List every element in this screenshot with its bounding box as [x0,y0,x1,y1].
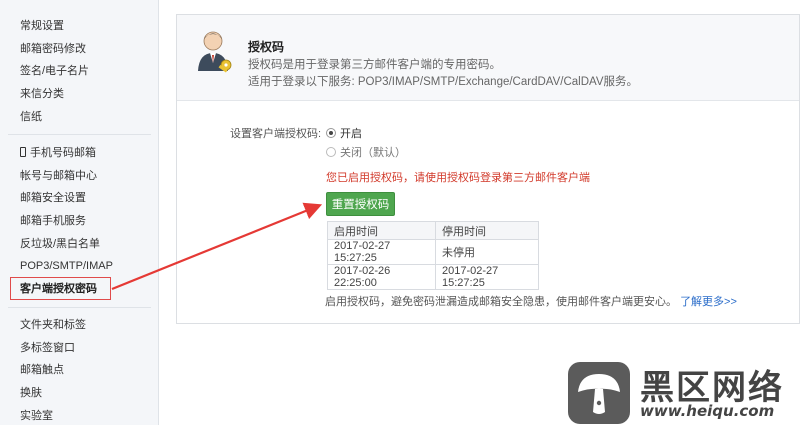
table-row: 2017-02-27 15:27:25 未停用 [327,239,539,265]
sidebar-item-skin[interactable]: 换肤 [0,382,159,405]
sidebar-item-security[interactable]: 邮箱安全设置 [0,187,159,210]
panel-description: 授权码是用于登录第三方邮件客户端的专用密码。 [248,59,501,71]
sidebar-item-label: 手机号码邮箱 [30,147,96,159]
radio-on-label: 开启 [340,128,362,140]
radio-on[interactable] [326,128,336,138]
radio-off[interactable] [326,147,336,157]
watermark-url: www.heiqu.com [640,402,775,420]
sidebar-item-mail-filter[interactable]: 来信分类 [0,83,159,106]
sidebar-item-stationery[interactable]: 信纸 [0,106,159,129]
panel-title: 授权码 [248,40,285,54]
sidebar-item-account-center[interactable]: 帐号与邮箱中心 [0,165,159,188]
watermark: 黑区网络 www.heiqu.com [568,360,800,425]
auth-code-panel: 授权码 授权码是用于登录第三方邮件客户端的专用密码。 适用于登录以下服务: PO… [176,14,800,324]
table-cell: 2017-02-27 15:27:25 [327,239,436,265]
col-enabled-time: 启用时间 [327,221,436,240]
sidebar-item-password[interactable]: 邮箱密码修改 [0,38,159,61]
sidebar-item-mobile-service[interactable]: 邮箱手机服务 [0,210,159,233]
sidebar-item-antispam[interactable]: 反垃圾/黑白名单 [0,233,159,256]
sidebar-group-basic: 常规设置 邮箱密码修改 签名/电子名片 来信分类 信纸 [0,15,159,128]
user-key-icon [198,31,232,73]
mushroom-logo-icon [568,362,630,424]
highlight-box [10,277,111,300]
reset-auth-code-button[interactable]: 重置授权码 [326,192,395,216]
setting-label: 设置客户端授权码: [230,128,322,140]
sidebar-item-pop3-smtp-imap[interactable]: POP3/SMTP/IMAP [0,255,159,278]
phone-icon [20,147,26,157]
sidebar-item-phone-mail[interactable]: 手机号码邮箱 [0,142,159,165]
table-row: 2017-02-26 22:25:00 2017-02-27 15:27:25 [327,264,539,290]
radio-on-row[interactable]: 开启 [326,125,362,141]
enabled-notice: 您已启用授权码，请使用授权码登录第三方邮件客户端 [326,172,590,184]
col-disabled-time: 停用时间 [435,221,539,240]
sidebar-divider [8,307,151,308]
table-cell: 2017-02-26 22:25:00 [327,264,436,290]
learn-more-link[interactable]: 了解更多>> [680,296,737,308]
sidebar-item-general[interactable]: 常规设置 [0,15,159,38]
radio-off-row[interactable]: 关闭（默认） [326,144,406,160]
footer-text: 启用授权码，避免密码泄漏造成邮箱安全隐患，使用邮件客户端更安心。 [325,296,677,308]
panel-header: 授权码 授权码是用于登录第三方邮件客户端的专用密码。 适用于登录以下服务: PO… [177,15,799,101]
sidebar: 常规设置 邮箱密码修改 签名/电子名片 来信分类 信纸 手机号码邮箱 帐号与邮箱… [0,0,159,425]
panel-services: 适用于登录以下服务: POP3/IMAP/SMTP/Exchange/CardD… [248,76,639,88]
table-cell: 2017-02-27 15:27:25 [435,264,539,290]
sidebar-item-folders-tags[interactable]: 文件夹和标签 [0,314,159,337]
radio-off-label: 关闭（默认） [340,147,406,159]
sidebar-item-lab[interactable]: 实验室 [0,405,159,425]
sidebar-item-signature[interactable]: 签名/电子名片 [0,60,159,83]
sidebar-divider [8,134,151,135]
footer-note: 启用授权码，避免密码泄漏造成邮箱安全隐患，使用邮件客户端更安心。 了解更多>> [325,293,737,309]
sidebar-item-multi-tab[interactable]: 多标签窗口 [0,337,159,360]
table-header-row: 启用时间 停用时间 [327,221,539,240]
table-cell: 未停用 [435,239,539,265]
sidebar-group-misc: 文件夹和标签 多标签窗口 邮箱触点 换肤 实验室 [0,314,159,425]
auth-history-table: 启用时间 停用时间 2017-02-27 15:27:25 未停用 2017-0… [327,221,539,290]
sidebar-item-touchpoint[interactable]: 邮箱触点 [0,359,159,382]
